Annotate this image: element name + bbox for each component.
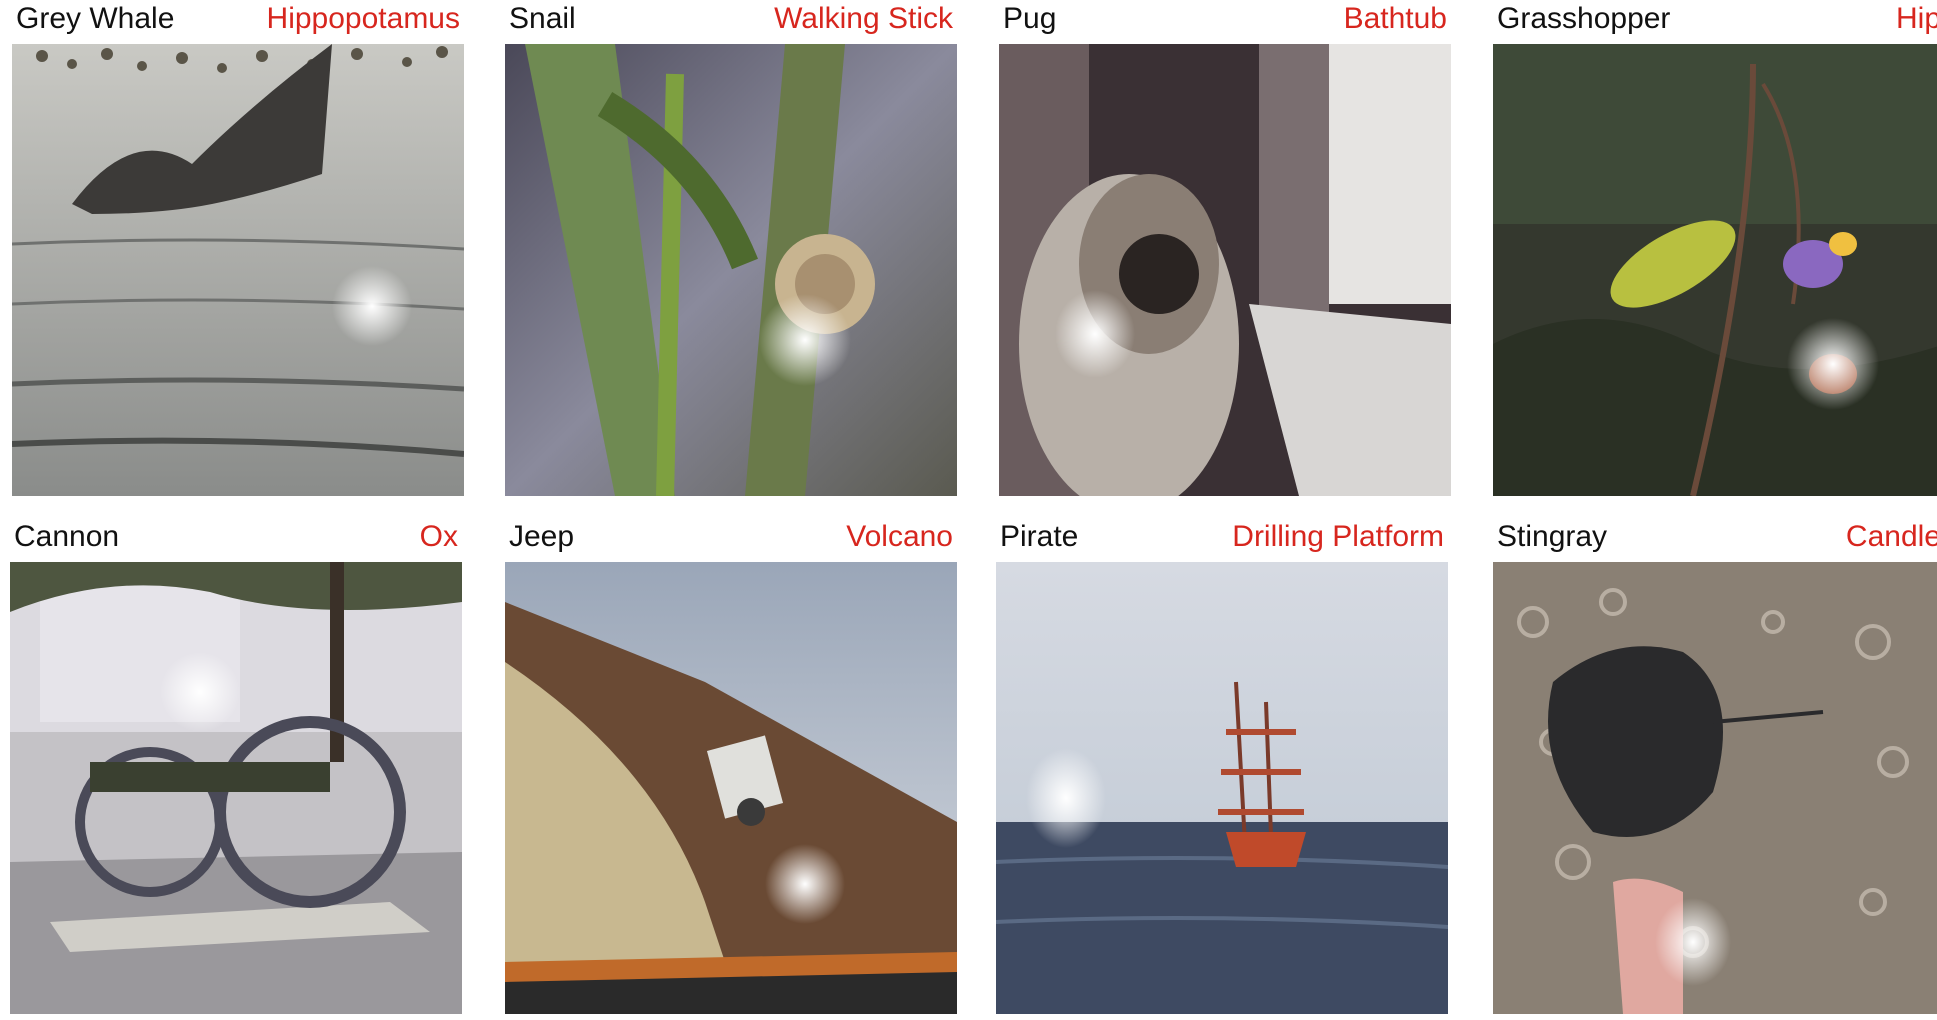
true-label: Cannon	[14, 520, 120, 553]
label-row: Grey Whale Hippopotamus	[12, 0, 464, 38]
true-label: Stingray	[1497, 520, 1608, 553]
panel-grasshopper: Grasshopper Hip	[1493, 0, 1937, 500]
true-label: Grasshopper	[1497, 2, 1671, 35]
true-label: Grey Whale	[16, 2, 175, 35]
label-row: Grasshopper Hip	[1493, 0, 1937, 38]
pug-photo	[999, 44, 1451, 496]
predicted-label: Volcano	[846, 520, 953, 553]
predicted-label: Hippopotamus	[266, 2, 460, 35]
label-row: Stingray Candle	[1493, 518, 1937, 556]
predicted-label: Walking Stick	[774, 2, 953, 35]
grasshopper-photo	[1493, 44, 1937, 496]
grey-whale-photo	[12, 44, 464, 496]
label-row: Pirate Drilling Platform	[996, 518, 1448, 556]
label-row: Pug Bathtub	[999, 0, 1451, 38]
panel-grey-whale: Grey Whale Hippopotamus	[12, 0, 464, 500]
panel-cannon: Cannon Ox	[10, 518, 462, 1018]
label-row: Snail Walking Stick	[505, 0, 957, 38]
predicted-label: Ox	[419, 520, 458, 553]
stingray-photo	[1493, 562, 1937, 1014]
panel-snail: Snail Walking Stick	[505, 0, 957, 500]
predicted-label: Hip	[1895, 2, 1937, 35]
label-row: Cannon Ox	[10, 518, 462, 556]
true-label: Pirate	[1000, 520, 1079, 553]
panel-pirate: Pirate Drilling Platform	[996, 518, 1448, 1018]
snail-photo	[505, 44, 957, 496]
panel-stingray: Stingray Candle	[1493, 518, 1937, 1018]
predicted-label: Bathtub	[1343, 2, 1447, 35]
pirate-ship-photo	[996, 562, 1448, 1014]
predicted-label: Candle	[1845, 520, 1937, 553]
panel-jeep: Jeep Volcano	[505, 518, 957, 1018]
cannon-photo	[10, 562, 462, 1014]
true-label: Pug	[1003, 2, 1057, 35]
true-label: Jeep	[509, 520, 575, 553]
panel-pug: Pug Bathtub	[999, 0, 1451, 500]
label-row: Jeep Volcano	[505, 518, 957, 556]
jeep-photo	[505, 562, 957, 1014]
true-label: Snail	[509, 2, 576, 35]
predicted-label: Drilling Platform	[1232, 520, 1444, 553]
